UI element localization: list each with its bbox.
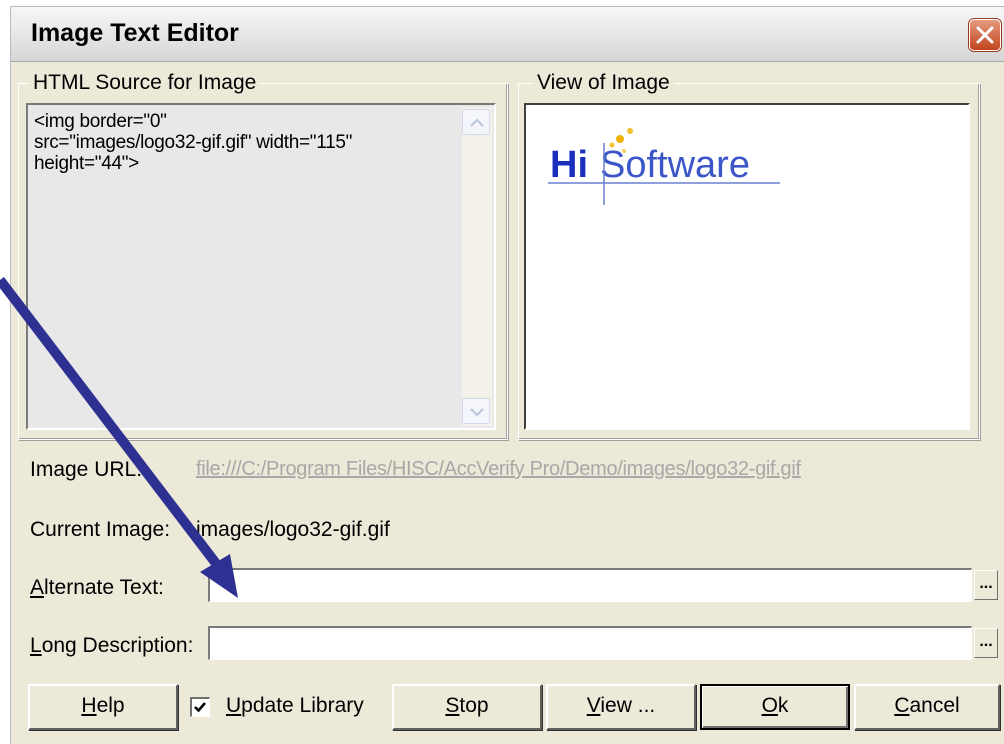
- update-library-check-box[interactable]: [190, 697, 210, 717]
- stop-button[interactable]: Stop: [392, 684, 542, 730]
- image-url-link[interactable]: file:///C:/Program Files/HISC/AccVerify …: [196, 458, 801, 481]
- checkmark-icon: [194, 702, 206, 713]
- html-source-legend: HTML Source for Image: [29, 70, 261, 96]
- scroll-down-button[interactable]: [462, 398, 490, 424]
- title-bar[interactable]: Image Text Editor: [11, 7, 1004, 62]
- ok-accel: O: [761, 694, 778, 717]
- image-preview: Hi Software: [524, 103, 970, 430]
- logo-hi: Hi: [550, 144, 588, 186]
- update-library-accel: U: [226, 694, 242, 717]
- close-icon: [976, 26, 994, 44]
- current-image-label: Current Image:: [30, 518, 171, 541]
- chevron-up-icon: [470, 118, 484, 127]
- image-url-label: Image URL:: [30, 458, 143, 481]
- long-description-label: Long Description:: [30, 634, 193, 658]
- update-library-label-rest: pdate Library: [241, 694, 364, 717]
- cancel-accel: C: [894, 694, 910, 717]
- cancel-label: ancel: [909, 694, 960, 717]
- html-source-textarea[interactable]: <img border="0" src="images/logo32-gif.g…: [26, 103, 496, 430]
- html-source-text: <img border="0" src="images/logo32-gif.g…: [34, 111, 353, 174]
- help-button[interactable]: Help: [28, 684, 178, 730]
- scroll-up-button[interactable]: [462, 109, 490, 135]
- long-description-field[interactable]: [208, 626, 972, 660]
- alternate-text-field[interactable]: [208, 568, 972, 602]
- source-scrollbar[interactable]: [462, 107, 492, 426]
- long-description-accel: L: [30, 634, 42, 657]
- alternate-text-label-rest: lternate Text:: [44, 576, 164, 599]
- view-button[interactable]: View ...: [546, 684, 696, 730]
- view-label: iew ...: [600, 694, 656, 717]
- update-library-label: Update Library: [226, 694, 364, 718]
- stop-accel: S: [445, 694, 460, 717]
- long-description-label-rest: ong Description:: [41, 634, 194, 657]
- current-image-value: images/logo32-gif.gif: [196, 518, 390, 541]
- help-accel: H: [81, 694, 97, 717]
- update-library-checkbox[interactable]: Update Library: [188, 684, 382, 730]
- ok-label: k: [777, 694, 789, 717]
- close-button[interactable]: [969, 19, 1001, 51]
- hisoftware-logo: Hi Software: [548, 128, 780, 205]
- view-accel: V: [586, 694, 601, 717]
- ok-button[interactable]: Ok: [700, 684, 850, 730]
- view-image-legend: View of Image: [533, 70, 674, 96]
- help-label: elp: [96, 694, 125, 717]
- stop-label: top: [459, 694, 489, 717]
- cancel-button[interactable]: Cancel: [854, 684, 1000, 730]
- alternate-text-accel: A: [30, 576, 45, 599]
- window-title: Image Text Editor: [31, 19, 239, 47]
- alternate-text-browse-button[interactable]: ...: [974, 570, 998, 600]
- chevron-down-icon: [470, 408, 484, 417]
- alternate-text-label: Alternate Text:: [30, 576, 164, 600]
- long-description-browse-button[interactable]: ...: [974, 628, 998, 658]
